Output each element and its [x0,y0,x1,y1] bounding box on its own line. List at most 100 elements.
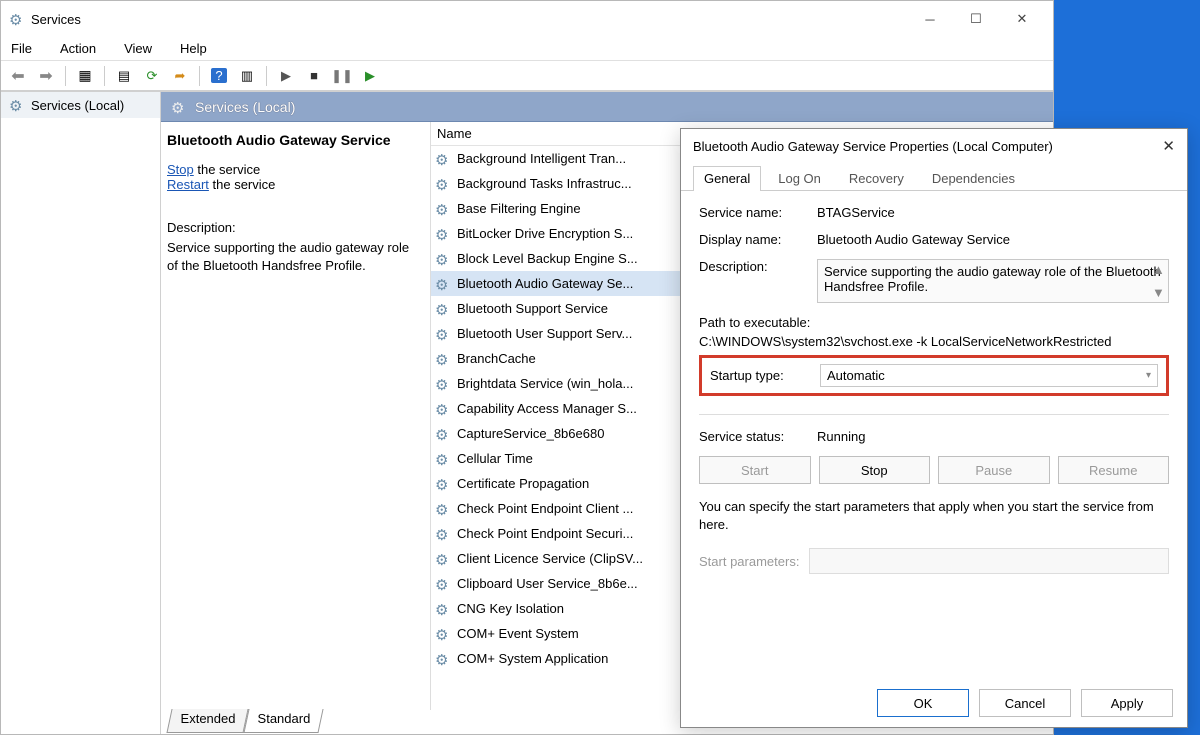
menu-view[interactable]: View [120,39,156,58]
list-row-label: Check Point Endpoint Securi... [457,526,633,541]
tree-pane: Services (Local) [1,92,161,734]
stop-service-button[interactable]: ■ [303,65,325,87]
startup-type-label: Startup type: [710,368,820,383]
export-button[interactable]: ➦ [169,65,191,87]
gear-icon [9,97,25,113]
menu-file[interactable]: File [7,39,36,58]
service-name-label: Service name: [699,205,817,220]
list-row-label: Brightdata Service (win_hola... [457,376,633,391]
tree-item-services-local[interactable]: Services (Local) [1,92,160,118]
cancel-button[interactable]: Cancel [979,689,1071,717]
startup-type-row: Startup type: Automatic ▾ [699,355,1169,396]
list-row-label: Base Filtering Engine [457,201,581,216]
gear-icon [435,451,453,467]
refresh-button[interactable]: ⟳ [141,65,163,87]
dialog-tabs: General Log On Recovery Dependencies [681,163,1187,191]
list-row-label: Capability Access Manager S... [457,401,637,416]
list-row-label: Bluetooth User Support Serv... [457,326,632,341]
menu-action[interactable]: Action [56,39,100,58]
apply-button[interactable]: Apply [1081,689,1173,717]
start-service-button[interactable]: ▶ [275,65,297,87]
stop-button[interactable]: Stop [819,456,931,484]
path-value: C:\WINDOWS\system32\svchost.exe -k Local… [699,334,1169,349]
gear-icon [435,376,453,392]
list-row-label: Cellular Time [457,451,533,466]
tab-extended[interactable]: Extended [166,709,248,733]
gear-icon [435,501,453,517]
startup-type-combo[interactable]: Automatic ▾ [820,364,1158,387]
dialog-title: Bluetooth Audio Gateway Service Properti… [693,139,1053,154]
gear-icon [435,251,453,267]
col-name[interactable]: Name [437,126,472,141]
close-button[interactable]: ✕ [999,4,1045,34]
service-name-value: BTAGService [817,205,1169,220]
gear-icon [435,176,453,192]
gear-icon [435,476,453,492]
start-button: Start [699,456,811,484]
back-button[interactable]: ⬅ [7,65,29,87]
start-params-hint: You can specify the start parameters tha… [699,498,1169,534]
list-row-label: BitLocker Drive Encryption S... [457,226,633,241]
gear-icon [435,626,453,642]
gear-icon [435,151,453,167]
gear-icon [435,526,453,542]
tab-general[interactable]: General [693,166,761,191]
gear-icon [435,401,453,417]
display-name-value: Bluetooth Audio Gateway Service [817,232,1169,247]
menu-help[interactable]: Help [176,39,211,58]
list-row-label: COM+ System Application [457,651,608,666]
toolbar: ⬅ ➡ ▦ ▤ ⟳ ➦ ? ▥ ▶ ■ ❚❚ ▶ [1,61,1053,91]
description-label: Description: [167,220,420,235]
list-row-label: Background Tasks Infrastruc... [457,176,632,191]
gear-icon [435,551,453,567]
scroll-up-icon[interactable]: ▲ [1152,262,1166,277]
list-row-label: Bluetooth Audio Gateway Se... [457,276,633,291]
show-hide-tree-button[interactable]: ▦ [74,65,96,87]
service-status-label: Service status: [699,429,817,444]
restart-service-button[interactable]: ▶ [359,65,381,87]
description-box[interactable]: Service supporting the audio gateway rol… [817,259,1169,303]
path-label: Path to executable: [699,315,1169,330]
content-header-text: Services (Local) [195,99,295,115]
dialog-close-button[interactable]: ✕ [1162,137,1175,155]
stop-link[interactable]: Stop [167,162,194,177]
list-row-label: Background Intelligent Tran... [457,151,626,166]
restart-link[interactable]: Restart [167,177,209,192]
window-title: Services [31,12,81,27]
detail-service-name: Bluetooth Audio Gateway Service [167,132,420,148]
tab-recovery[interactable]: Recovery [838,166,915,191]
pause-button: Pause [938,456,1050,484]
start-params-input [809,548,1169,574]
properties-button[interactable]: ▤ [113,65,135,87]
gear-icon [435,276,453,292]
gear-icon [435,651,453,667]
gear-icon [435,351,453,367]
menubar: File Action View Help [1,37,1053,61]
help-button[interactable]: ? [208,65,230,87]
display-name-label: Display name: [699,232,817,247]
forward-button[interactable]: ➡ [35,65,57,87]
list-row-label: Clipboard User Service_8b6e... [457,576,638,591]
resume-button: Resume [1058,456,1170,484]
gear-icon [435,576,453,592]
service-status-value: Running [817,429,1169,444]
maximize-button[interactable]: ☐ [953,4,999,34]
tab-dependencies[interactable]: Dependencies [921,166,1026,191]
gear-icon [435,326,453,342]
chevron-down-icon: ▾ [1146,370,1151,381]
tab-log-on[interactable]: Log On [767,166,832,191]
start-params-label: Start parameters: [699,554,799,569]
description-label: Description: [699,259,817,274]
gear-icon [435,226,453,242]
services-icon [9,11,25,27]
minimize-button[interactable]: ─ [907,4,953,34]
pause-service-button[interactable]: ❚❚ [331,65,353,87]
tab-standard[interactable]: Standard [243,709,323,733]
list-row-label: Bluetooth Support Service [457,301,608,316]
ok-button[interactable]: OK [877,689,969,717]
gear-icon [435,426,453,442]
list-row-label: CaptureService_8b6e680 [457,426,604,441]
action-pane-button[interactable]: ▥ [236,65,258,87]
description-value: Service supporting the audio gateway rol… [824,264,1161,294]
scroll-down-icon[interactable]: ▼ [1152,285,1166,300]
